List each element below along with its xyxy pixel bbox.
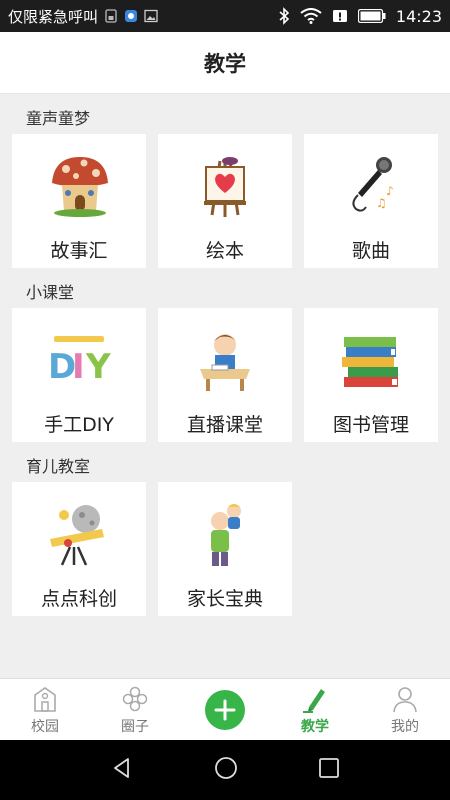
image-notification-icon	[144, 9, 158, 23]
battery-icon	[357, 9, 386, 23]
telescope-icon	[41, 496, 117, 572]
nav-item-circle[interactable]: 圈子	[90, 684, 180, 736]
card-label: 点点科创	[40, 588, 117, 610]
clock-text: 14:23	[395, 6, 442, 26]
page-title: 教学	[204, 51, 246, 76]
parent-child-icon	[187, 496, 263, 572]
svg-text:♫: ♫	[376, 196, 387, 210]
card-science[interactable]: 点点科创	[12, 482, 146, 616]
nav-item-teaching[interactable]: 教学	[270, 684, 360, 736]
card-library[interactable]: 图书管理	[304, 308, 438, 442]
diy-text-icon: D I Y	[41, 322, 117, 398]
person-icon	[390, 684, 420, 714]
recents-icon[interactable]	[318, 757, 340, 783]
student-desk-icon	[187, 322, 263, 398]
svg-text:♪: ♪	[386, 184, 394, 198]
nav-item-add[interactable]	[180, 689, 270, 730]
nav-label: 校园	[31, 718, 59, 735]
card-label: 图书管理	[332, 414, 409, 436]
circle-icon	[120, 684, 150, 714]
sim-icon	[104, 9, 118, 23]
section-grid: D I Y 手工DIY 直播课堂 图书管理	[12, 308, 438, 442]
card-label: 歌曲	[351, 240, 390, 262]
card-parent-guide[interactable]: 家长宝典	[158, 482, 292, 616]
card-picture-book[interactable]: 绘本	[158, 134, 292, 268]
card-diy[interactable]: D I Y 手工DIY	[12, 308, 146, 442]
card-label: 手工DIY	[44, 414, 114, 436]
system-nav-bar	[0, 740, 450, 800]
section-title: 育儿教室	[26, 457, 91, 476]
section-grid: 点点科创 家长宝典	[12, 482, 438, 616]
section-title: 小课堂	[26, 283, 75, 302]
status-bar-left: 仅限紧急呼叫	[8, 6, 158, 27]
bottom-nav: 校园 圈子 教学 我的	[0, 678, 450, 740]
main-content: 童声童梦 故事汇 绘本 ♪ ♫ 歌曲 小课堂 D I Y 手工DIY 直播课堂 …	[0, 94, 450, 678]
signal-warning-icon	[332, 8, 348, 24]
card-label: 故事汇	[50, 240, 108, 262]
nav-label: 圈子	[121, 718, 149, 735]
card-songs[interactable]: ♪ ♫ 歌曲	[304, 134, 438, 268]
card-label: 绘本	[205, 240, 244, 262]
plus-icon[interactable]	[205, 689, 245, 730]
carrier-text: 仅限紧急呼叫	[8, 7, 99, 26]
easel-heart-icon	[187, 148, 263, 224]
app-notification-icon	[124, 9, 138, 23]
card-story[interactable]: 故事汇	[12, 134, 146, 268]
card-label: 直播课堂	[186, 414, 263, 436]
wifi-icon	[300, 8, 322, 24]
mushroom-house-icon	[41, 148, 117, 224]
nav-label: 我的	[391, 718, 419, 735]
svg-text:I: I	[72, 347, 85, 387]
nav-label: 教学	[301, 718, 329, 735]
pen-icon	[300, 684, 330, 714]
school-icon	[30, 684, 60, 714]
microphone-icon: ♪ ♫	[333, 148, 409, 224]
bluetooth-icon	[278, 7, 290, 25]
card-live-class[interactable]: 直播课堂	[158, 308, 292, 442]
nav-item-mine[interactable]: 我的	[360, 684, 450, 736]
back-icon[interactable]	[110, 756, 134, 784]
section-grid: 故事汇 绘本 ♪ ♫ 歌曲	[12, 134, 438, 268]
home-icon[interactable]	[213, 755, 239, 785]
status-bar-right: 14:23	[278, 7, 442, 26]
card-label: 家长宝典	[186, 588, 263, 610]
header: 教学	[0, 32, 450, 94]
svg-text:Y: Y	[85, 347, 111, 387]
book-stack-icon	[333, 322, 409, 398]
nav-item-campus[interactable]: 校园	[0, 684, 90, 736]
status-bar: 仅限紧急呼叫 14:23	[0, 0, 450, 32]
section-title: 童声童梦	[26, 109, 91, 128]
